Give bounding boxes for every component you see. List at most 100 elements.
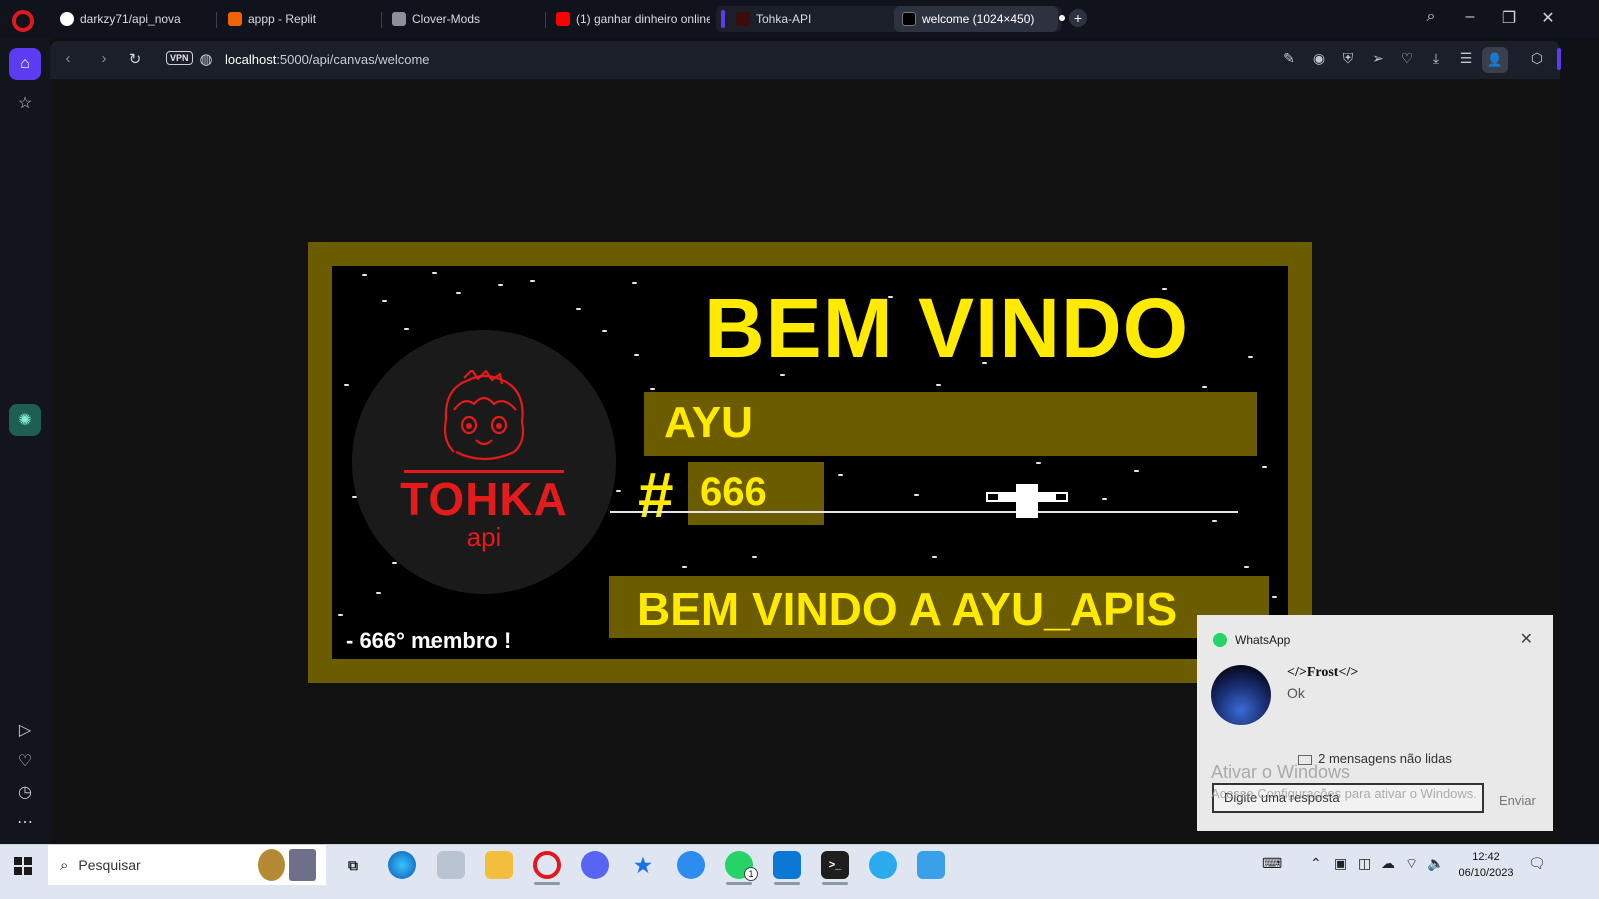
back-icon[interactable]: ‹ [58, 50, 78, 67]
close-icon[interactable]: ✕ [1520, 629, 1533, 649]
welcome-banner: BEM VINDO A AYU_APIS [609, 576, 1269, 638]
send-button[interactable]: Enviar [1499, 793, 1536, 808]
chevron-up-icon[interactable]: ⌃ [1310, 855, 1322, 872]
wifi-icon[interactable]: ⌔ [1405, 855, 1418, 873]
app-store-icon[interactable] [917, 851, 945, 879]
clock[interactable]: 12:42 06/10/2023 [1446, 849, 1526, 881]
star [936, 384, 941, 386]
history-icon[interactable]: ◷ [9, 776, 41, 808]
windows-start-icon[interactable] [14, 857, 32, 875]
star [362, 274, 367, 276]
tab-label: welcome (1024×450) [922, 12, 1035, 26]
notification-center-icon[interactable]: 🗨 [1528, 855, 1546, 872]
discord-icon[interactable] [581, 851, 609, 879]
star [752, 556, 757, 558]
tab-label: appp - Replit [248, 12, 317, 26]
new-tab-button[interactable]: + [1069, 9, 1087, 27]
hash-symbol: # [638, 459, 674, 531]
star [632, 282, 637, 284]
search-highlight-image [258, 849, 316, 881]
notification-app: WhatsApp [1213, 633, 1290, 647]
edit-icon[interactable]: ✎ [1279, 50, 1299, 67]
heart-icon[interactable]: ♡ [1397, 50, 1417, 67]
vpn-badge[interactable]: VPN [166, 51, 193, 65]
opera-icon[interactable] [533, 851, 561, 879]
reload-icon[interactable]: ↻ [125, 50, 145, 68]
terminal-icon[interactable]: >_ [821, 851, 849, 879]
tab-separator [216, 12, 217, 28]
star [1262, 466, 1267, 468]
search-placeholder: Pesquisar [78, 857, 141, 873]
tab-clover-mods[interactable]: Clover-Mods [384, 6, 542, 32]
forward-icon[interactable]: › [94, 50, 114, 67]
download-icon[interactable]: ⤓ [1426, 50, 1446, 67]
star [382, 300, 387, 302]
opera-logo-icon[interactable] [12, 10, 34, 32]
tab-tohka-api[interactable]: Tohka-API [728, 6, 888, 32]
camera-icon[interactable]: ◉ [1309, 50, 1329, 67]
star [1248, 356, 1253, 358]
cloud-icon[interactable]: ☁ [1381, 855, 1395, 872]
tohka-chibi-icon [443, 370, 525, 461]
avatar [1211, 665, 1271, 725]
notification-message: Ok [1287, 685, 1305, 701]
shield-icon[interactable]: ⛨ [1338, 50, 1358, 67]
more-icon[interactable]: ⋯ [9, 806, 41, 838]
restore-icon[interactable]: ❐ [1494, 8, 1524, 28]
pin-star-icon[interactable]: ★ [629, 851, 657, 879]
task-view-icon[interactable]: ⧉ [339, 851, 367, 879]
tab-replit[interactable]: appp - Replit [220, 6, 378, 32]
chatgpt-icon[interactable]: ✺ [9, 404, 41, 436]
profile-icon[interactable]: 👤 [1482, 47, 1508, 73]
url-field[interactable]: localhost:5000/api/canvas/welcome [225, 52, 430, 67]
star [682, 566, 687, 568]
youtube-icon [556, 12, 570, 26]
tab-youtube[interactable]: (1) ganhar dinheiro online [548, 6, 710, 32]
discriminator: 666 [700, 470, 767, 514]
search-icon: ⌕ [60, 856, 69, 874]
extensions-icon[interactable]: ⬡ [1527, 50, 1547, 67]
whatsapp-notification[interactable]: WhatsApp ✕ </>Frost</> Ok 2 mensagens nã… [1197, 615, 1553, 831]
running-indicator [534, 882, 560, 885]
minimize-icon[interactable]: – [1455, 8, 1485, 26]
star [338, 614, 343, 616]
running-indicator [822, 882, 848, 885]
search-tabs-icon[interactable]: ⌕ [1416, 8, 1446, 26]
file-explorer-icon[interactable] [485, 851, 513, 879]
star-icon[interactable]: ☆ [9, 87, 41, 119]
activation-watermark-subtitle: Acesse Configurações para ativar o Windo… [1211, 786, 1477, 801]
avatar: TOHKA api [352, 330, 616, 594]
welcome-title: BEM VINDO [704, 281, 1190, 375]
volume-icon[interactable]: 🔈 [1427, 855, 1444, 872]
messenger-icon[interactable] [677, 851, 705, 879]
edge-icon[interactable] [388, 851, 416, 879]
star [634, 354, 639, 356]
tab-welcome[interactable]: welcome (1024×450) [894, 6, 1058, 32]
decorative-line [610, 511, 1238, 513]
username-box: AYU [644, 392, 1257, 456]
app-icon[interactable] [437, 851, 465, 879]
whatsapp-badge: 1 [744, 867, 758, 881]
welcome-canvas: TOHKA api BEM VINDO AYU # 666 BEM VINDO … [308, 242, 1312, 683]
player-icon[interactable]: ▷ [9, 714, 41, 746]
running-indicator [726, 882, 752, 885]
screen: darkzy71/api_nova appp - Replit Clover-M… [0, 0, 1599, 899]
heart-icon[interactable]: ♡ [9, 745, 41, 777]
keyboard-icon[interactable]: ⌨ [1262, 855, 1282, 872]
star [932, 556, 937, 558]
star [616, 490, 621, 492]
logo-title: TOHKA [400, 473, 568, 525]
vscode-icon[interactable] [773, 851, 801, 879]
taskbar-search[interactable]: ⌕ Pesquisar [48, 845, 326, 885]
member-count-text: - 666° membro ! [346, 628, 512, 653]
star [498, 284, 503, 286]
home-icon[interactable]: ⌂ [9, 48, 41, 80]
easy-setup-icon[interactable]: ☰ [1456, 50, 1476, 67]
telegram-icon[interactable] [869, 851, 897, 879]
tray-app-icon[interactable]: ▣ [1334, 855, 1347, 872]
site-info-icon[interactable]: ◍ [196, 50, 216, 68]
tab-github[interactable]: darkzy71/api_nova [52, 6, 212, 32]
send-icon[interactable]: ➢ [1368, 50, 1388, 67]
close-window-icon[interactable]: ✕ [1533, 8, 1563, 28]
meet-icon[interactable]: ◫ [1358, 855, 1371, 872]
